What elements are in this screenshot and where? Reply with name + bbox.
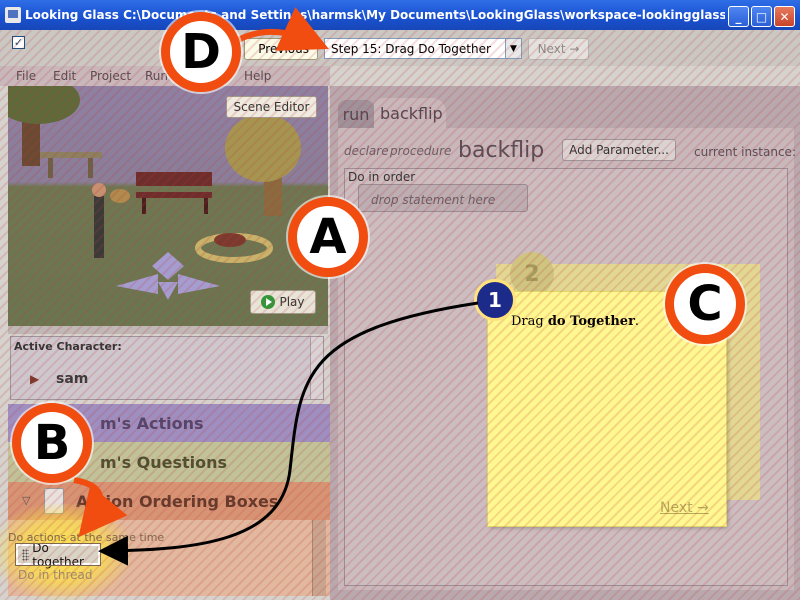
title-bar: Looking Glass C:\Documents and Settings\… [0,0,800,30]
move-down-arrow[interactable] [158,282,178,300]
picnic-table [40,152,102,158]
do-together-tile[interactable]: Do together [15,541,101,569]
character-sam [94,196,104,258]
next-label: Next → [537,42,580,56]
picnic-table-leg [88,158,93,178]
previous-label: Previous [258,42,309,56]
bird [110,189,130,203]
bench [136,172,212,186]
app-icon [5,7,21,23]
tutorial-note-text: Drag do Together. [511,314,639,329]
minimize-icon: _ [735,9,742,24]
procedure-label: procedure [390,144,452,158]
questions-section-label: m's Questions [100,453,228,472]
close-button[interactable]: ✕ [774,6,795,27]
active-character-title: Active Character: [14,340,122,353]
chevron-down-icon[interactable]: ▼ [505,39,521,58]
menu-edit[interactable]: Edit [53,69,76,83]
do-together-label: Do together [32,540,84,569]
drop-statement-target[interactable]: drop statement here [358,184,528,212]
picnic-table-leg [48,158,53,178]
marker-d: D [161,12,241,92]
character-head [92,183,106,197]
drag-handle-icon[interactable] [22,548,30,561]
do-in-order-label: Do in order [348,170,416,184]
splitter-handle[interactable] [8,326,328,334]
menu-file[interactable]: File [16,69,36,83]
play-button[interactable]: Play [250,290,316,314]
bench-seat [136,192,212,198]
window-title: Looking Glass C:\Documents and Settings\… [25,8,725,22]
marker-a: A [288,197,368,277]
declare-label: declare [344,144,389,158]
note-badge-1: 1 [474,279,516,321]
move-left-arrow[interactable] [116,274,158,294]
previous-button[interactable]: Previous [244,38,318,60]
note-text-suffix: . [634,314,640,329]
add-parameter-label: Add Parameter... [569,143,669,157]
maximize-icon: □ [755,9,768,24]
tutorial-checkbox[interactable]: ✓ [12,36,25,49]
dog-icon: ▶ [30,372,40,386]
menu-help[interactable]: Help [244,69,271,83]
tree-canopy [225,114,301,182]
tab-backflip[interactable]: backflip [374,98,446,128]
close-icon: ✕ [779,9,790,24]
maximize-button[interactable]: □ [751,6,772,27]
note-badge-2: 2 [510,252,554,296]
ordering-scrollbar[interactable] [312,520,326,596]
add-parameter-button[interactable]: Add Parameter... [562,139,676,161]
step-select[interactable]: Step 15: Drag Do Together ▼ [324,38,522,59]
move-right-arrow[interactable] [178,274,220,294]
scene-editor-label: Scene Editor [233,100,310,114]
dog [214,233,246,247]
step-select-value: Step 15: Drag Do Together [331,42,491,56]
tab-run[interactable]: run [338,100,374,128]
actions-section-label: m's Actions [100,414,204,433]
note-text-bold: do Together [547,314,635,329]
character-scrollbar[interactable] [310,337,323,399]
bench-leg [204,198,208,214]
scene-editor-button[interactable]: Scene Editor [226,96,317,118]
do-in-thread-tile[interactable]: Do in thread [18,568,92,582]
note-next-link[interactable]: Next → [660,500,709,516]
play-icon [261,295,276,309]
menu-run[interactable]: Run [145,69,168,83]
bench-leg [142,198,146,214]
next-button[interactable]: Next → [528,38,589,60]
menu-project[interactable]: Project [90,69,131,83]
method-name: backflip [458,138,545,163]
marker-c: C [665,264,745,344]
note-text-prefix: Drag [511,314,548,329]
minimize-button[interactable]: _ [728,6,749,27]
active-character-name[interactable]: sam [56,371,88,387]
marker-b: B [12,403,92,483]
play-label: Play [279,295,305,309]
current-instance-label: current instance: [694,145,796,159]
tree-canopy [8,86,80,124]
